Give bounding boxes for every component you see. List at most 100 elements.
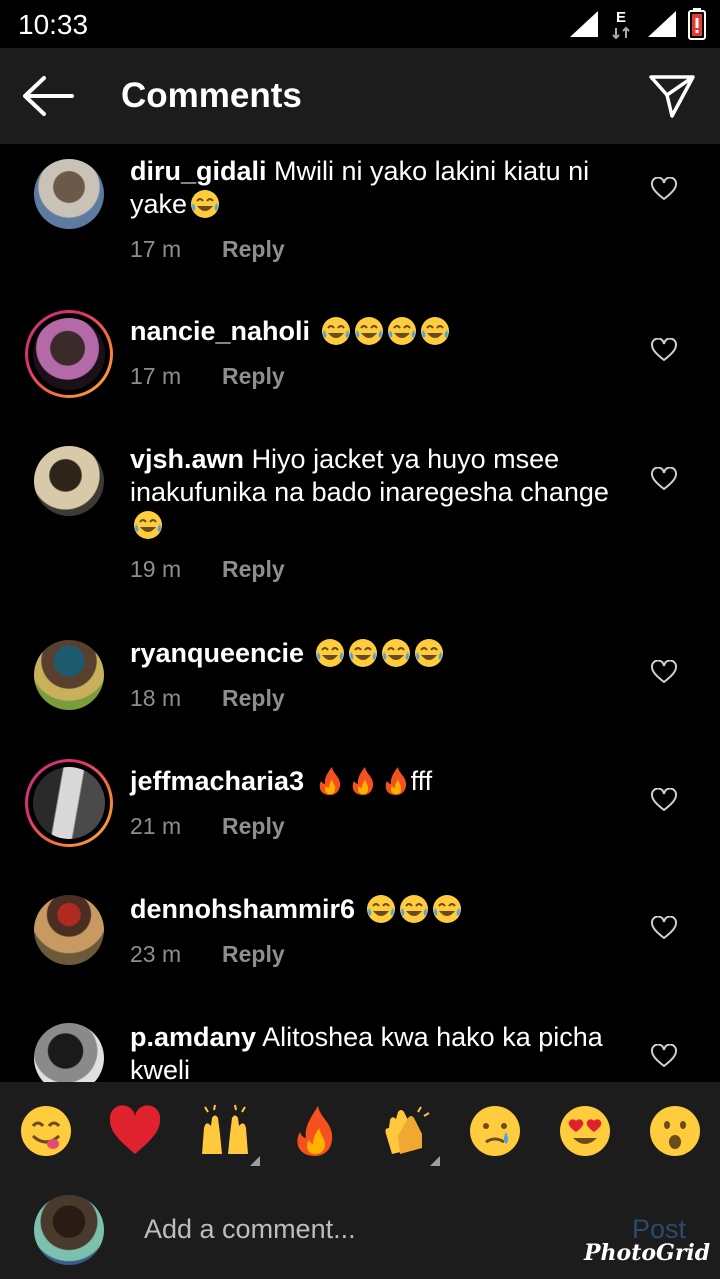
reply-button[interactable]: Reply xyxy=(222,556,285,583)
comment-username[interactable]: diru_gidali xyxy=(130,156,267,186)
comment-meta: 19 m Reply xyxy=(130,556,285,583)
laughing-tears-icon xyxy=(432,894,462,924)
fire-icon xyxy=(381,766,411,796)
status-bar: 10:33 E xyxy=(0,0,720,48)
emoji-fire-button[interactable] xyxy=(288,1104,342,1158)
quick-emoji-bar xyxy=(0,1082,720,1182)
emoji-surprised-button[interactable] xyxy=(648,1104,702,1158)
heart-icon[interactable] xyxy=(651,788,677,812)
comment-username[interactable]: vjsh.awn xyxy=(130,444,244,474)
reply-button[interactable]: Reply xyxy=(222,941,285,968)
yum-face-icon xyxy=(21,1106,71,1156)
laughing-tears-icon xyxy=(354,316,384,346)
comment-meta: 18 m Reply xyxy=(130,685,285,712)
comment-username[interactable]: dennohshammir6 xyxy=(130,894,355,924)
emoji-clap-button[interactable] xyxy=(378,1104,440,1166)
comment-time: 21 m xyxy=(130,813,182,839)
laughing-tears-icon xyxy=(190,189,220,219)
laughing-tears-icon xyxy=(420,316,450,346)
laughing-tears-icon xyxy=(321,316,351,346)
comment-meta: 17 m Reply xyxy=(130,236,285,263)
heart-icon[interactable] xyxy=(651,916,677,940)
emoji-crying-button[interactable] xyxy=(468,1104,522,1158)
battery-icon xyxy=(688,8,706,40)
comment-text: dennohshammir6 xyxy=(130,893,630,926)
avatar[interactable] xyxy=(34,640,104,710)
red-heart-icon xyxy=(109,1105,161,1154)
reply-button[interactable]: Reply xyxy=(222,236,285,263)
heart-icon[interactable] xyxy=(651,1044,677,1068)
emoji-group xyxy=(312,766,411,796)
comment-text: p.amdany Alitoshea kwa hako ka picha kwe… xyxy=(130,1021,630,1082)
emoji-group xyxy=(363,894,462,924)
laughing-tears-icon xyxy=(315,638,345,668)
comment-time: 23 m xyxy=(130,941,182,967)
comment-username[interactable]: jeffmacharia3 xyxy=(130,766,304,796)
signal-icon-2 xyxy=(648,11,676,37)
emoji-heart-button[interactable] xyxy=(108,1104,162,1158)
reply-button[interactable]: Reply xyxy=(222,685,285,712)
fire-icon xyxy=(348,766,378,796)
emoji-group xyxy=(187,189,220,219)
crying-face-icon xyxy=(470,1106,520,1156)
variant-indicator xyxy=(430,1156,440,1166)
photogrid-watermark: PhotoGrid xyxy=(584,1240,711,1266)
comment-time: 18 m xyxy=(130,685,182,711)
comment-meta: 17 m Reply xyxy=(130,363,285,390)
comment-suffix: fff xyxy=(410,766,433,796)
laughing-tears-icon xyxy=(399,894,429,924)
avatar[interactable] xyxy=(34,159,104,229)
direct-message-icon[interactable] xyxy=(648,72,696,120)
heart-icon[interactable] xyxy=(651,338,677,362)
page-title: Comments xyxy=(121,76,302,115)
emoji-heart-eyes-button[interactable] xyxy=(558,1104,612,1158)
laughing-tears-icon xyxy=(414,638,444,668)
emoji-raised-hands-button[interactable] xyxy=(198,1104,260,1166)
reply-button[interactable]: Reply xyxy=(222,363,285,390)
comment-username[interactable]: p.amdany xyxy=(130,1022,256,1052)
my-avatar xyxy=(34,1195,104,1265)
variant-indicator xyxy=(250,1156,260,1166)
network-type-icon: E xyxy=(612,9,630,40)
laughing-tears-icon xyxy=(348,638,378,668)
emoji-group xyxy=(312,638,444,668)
avatar[interactable] xyxy=(25,310,113,398)
laughing-tears-icon xyxy=(387,316,417,346)
avatar[interactable] xyxy=(34,1023,104,1082)
heart-icon[interactable] xyxy=(651,177,677,201)
comment-meta: 21 m Reply xyxy=(130,813,285,840)
emoji-group xyxy=(318,316,450,346)
comment-text: nancie_naholi xyxy=(130,315,630,348)
back-arrow-icon[interactable] xyxy=(22,74,74,118)
comment-text: vjsh.awn Hiyo jacket ya huyo msee inakuf… xyxy=(130,443,630,542)
signal-icon xyxy=(570,11,598,37)
network-type-label: E xyxy=(616,9,626,26)
emoji-yum-button[interactable] xyxy=(19,1104,73,1158)
laughing-tears-icon xyxy=(133,510,163,540)
comments-list[interactable]: diru_gidali Mwili ni yako lakini kiatu n… xyxy=(0,144,720,1082)
heart-icon[interactable] xyxy=(651,467,677,491)
comment-username[interactable]: nancie_naholi xyxy=(130,316,310,346)
comment-input[interactable]: Add a comment... xyxy=(144,1214,356,1245)
surprised-face-icon xyxy=(650,1106,700,1156)
avatar[interactable] xyxy=(34,895,104,965)
avatar[interactable] xyxy=(34,446,104,516)
comment-text: ryanqueencie xyxy=(130,637,630,670)
reply-button[interactable]: Reply xyxy=(222,813,285,840)
laughing-tears-icon xyxy=(381,638,411,668)
comment-text: jeffmacharia3 fff xyxy=(130,765,630,798)
avatar[interactable] xyxy=(25,759,113,847)
fire-icon xyxy=(297,1106,333,1156)
comment-meta: 23 m Reply xyxy=(130,941,285,968)
laughing-tears-icon xyxy=(366,894,396,924)
comment-time: 17 m xyxy=(130,363,182,389)
status-time: 10:33 xyxy=(18,9,89,40)
status-icons: E xyxy=(568,8,706,40)
app-bar: Comments xyxy=(0,48,720,144)
heart-icon[interactable] xyxy=(651,660,677,684)
heart-eyes-icon xyxy=(560,1106,610,1156)
clapping-hands-icon xyxy=(385,1106,430,1154)
comment-time: 17 m xyxy=(130,236,182,262)
comment-username[interactable]: ryanqueencie xyxy=(130,638,304,668)
comment-text: diru_gidali Mwili ni yako lakini kiatu n… xyxy=(130,155,630,221)
